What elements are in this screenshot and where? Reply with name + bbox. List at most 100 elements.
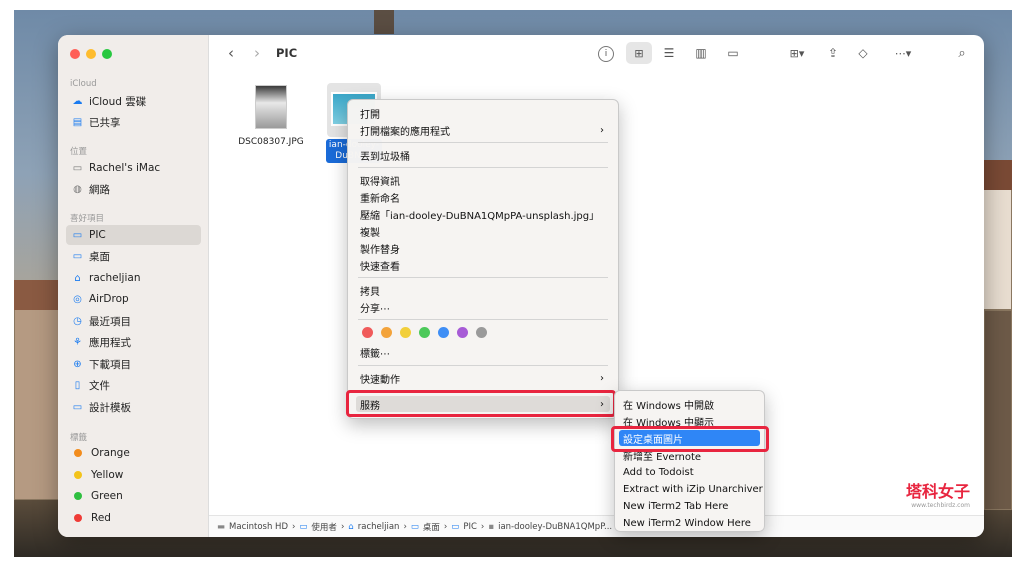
highlight-set-desktop-picture	[611, 426, 769, 452]
menu-item-share[interactable]: 分享⋯	[356, 299, 610, 315]
menu-item-make-alias[interactable]: 製作替身	[356, 240, 610, 256]
menu-item-quick-actions[interactable]: 快速動作 ›	[356, 370, 610, 386]
list-view-icon[interactable]: ☰	[660, 44, 678, 62]
tag-color-purple[interactable]	[457, 327, 468, 338]
disk-icon: ▬	[217, 521, 226, 532]
menu-item-quick-look[interactable]: 快速查看	[356, 257, 610, 273]
sidebar-item-recents[interactable]: ◷ 最近項目	[66, 311, 201, 331]
file-thumbnail	[255, 85, 287, 129]
menu-item-duplicate[interactable]: 複製	[356, 223, 610, 239]
airdrop-icon: ◎	[73, 293, 82, 305]
tag-color-row	[362, 327, 502, 339]
tag-color-yellow[interactable]	[400, 327, 411, 338]
path-item-desktop[interactable]: 桌面	[423, 521, 440, 533]
sidebar-item-pic[interactable]: ▭ PIC	[66, 225, 201, 245]
tag-color-green[interactable]	[419, 327, 430, 338]
highlight-services	[346, 390, 616, 417]
menu-item-tags[interactable]: 標籤⋯	[356, 344, 610, 360]
image-file-icon: ▪	[488, 521, 495, 532]
info-icon[interactable]: i	[598, 46, 614, 62]
sidebar-item-icloud-drive[interactable]: ☁ iCloud 雲碟	[66, 91, 201, 111]
folder-icon: ▭	[72, 229, 83, 241]
search-icon[interactable]: ⌕	[953, 44, 971, 62]
sidebar-tag-yellow[interactable]: Yellow	[66, 465, 201, 485]
sidebar-item-applications[interactable]: ⚘ 應用程式	[66, 332, 201, 352]
home-icon: ⌂	[74, 272, 81, 284]
tag-color-blue[interactable]	[438, 327, 449, 338]
share-icon[interactable]: ⇪	[824, 44, 842, 62]
path-item-home[interactable]: racheljian	[358, 522, 400, 532]
chevron-right-icon: ›	[600, 372, 604, 384]
download-icon: ⊕	[73, 358, 82, 370]
path-item-pic[interactable]: PIC	[463, 522, 477, 532]
group-by-icon[interactable]: ⊞▾	[782, 44, 812, 62]
sidebar: iCloud ☁ iCloud 雲碟 ▤ 已共享 位置 ▭ Rachel's iMac…	[58, 35, 209, 537]
tag-color-gray[interactable]	[476, 327, 487, 338]
menu-item-open[interactable]: 打開	[356, 105, 610, 121]
cloud-icon: ☁	[72, 95, 83, 107]
shared-folder-icon: ▤	[72, 116, 83, 128]
sidebar-tag-green[interactable]: Green	[66, 486, 201, 506]
menu-item-trash[interactable]: 丟到垃圾桶	[356, 147, 610, 163]
sidebar-item-network[interactable]: ◍ 網路	[66, 179, 201, 199]
icon-view-button[interactable]: ⊞	[626, 42, 652, 64]
path-bar: ▬ Macintosh HD › ▭ 使用者 › ⌂ racheljian › ▭ 桌面 › ▭…	[209, 515, 984, 537]
yellow-tag-dot	[74, 471, 82, 479]
forward-button[interactable]: ›	[250, 44, 264, 62]
watermark-text: 塔科女子	[905, 482, 970, 501]
file-dsc08307[interactable]: DSC08307.JPG	[226, 85, 316, 147]
service-add-to-todoist[interactable]: Add to Todoist	[619, 464, 760, 480]
red-tag-dot	[74, 514, 82, 522]
service-iterm2-tab[interactable]: New iTerm2 Tab Here	[619, 498, 760, 514]
zoom-button[interactable]	[102, 49, 112, 59]
close-button[interactable]	[70, 49, 80, 59]
document-icon: ▯	[74, 379, 81, 391]
menu-item-rename[interactable]: 重新命名	[356, 189, 610, 205]
sidebar-item-templates[interactable]: ▭ 設計模板	[66, 397, 201, 417]
computer-icon: ▭	[72, 162, 83, 174]
menu-item-copy[interactable]: 拷貝	[356, 282, 610, 298]
menu-item-open-with[interactable]: 打開檔案的應用程式 ›	[356, 122, 610, 138]
tag-color-orange[interactable]	[381, 327, 392, 338]
sidebar-item-desktop[interactable]: ▭ 桌面	[66, 246, 201, 266]
section-favorites: 喜好項目	[70, 214, 105, 224]
orange-tag-dot	[74, 449, 82, 457]
folder-icon: ▭	[299, 521, 308, 532]
green-tag-dot	[74, 492, 82, 500]
path-item-file[interactable]: ian-dooley-DuBNA1QMpP...	[498, 522, 612, 532]
sidebar-tag-red[interactable]: Red	[66, 508, 201, 528]
context-menu: 打開 打開檔案的應用程式 › 丟到垃圾桶 取得資訊 重新命名 壓縮「ian-doo…	[347, 99, 619, 419]
applications-icon: ⚘	[73, 336, 82, 348]
more-actions-icon[interactable]: ⋯▾	[888, 44, 918, 62]
folder-icon: ▭	[451, 521, 460, 532]
path-item-disk[interactable]: Macintosh HD	[229, 522, 288, 532]
gallery-view-icon[interactable]: ▭	[724, 44, 742, 62]
folder-icon: ▭	[72, 401, 83, 413]
menu-item-compress[interactable]: 壓縮「ian-dooley-DuBNA1QMpPA-unsplash.jpg」	[356, 206, 610, 222]
sidebar-item-airdrop[interactable]: ◎ AirDrop	[66, 289, 201, 309]
tag-icon[interactable]: ◇	[854, 44, 872, 62]
folder-icon: ▭	[410, 521, 419, 532]
sidebar-tag-orange[interactable]: Orange	[66, 443, 201, 463]
tag-color-red[interactable]	[362, 327, 373, 338]
back-button[interactable]: ‹	[224, 44, 238, 62]
minimize-button[interactable]	[86, 49, 96, 59]
sidebar-item-downloads[interactable]: ⊕ 下載項目	[66, 354, 201, 374]
watermark-subtext: www.techbirdz.com	[911, 502, 970, 509]
sidebar-item-shared[interactable]: ▤ 已共享	[66, 112, 201, 132]
path-item-users[interactable]: 使用者	[311, 521, 337, 533]
sidebar-item-documents[interactable]: ▯ 文件	[66, 375, 201, 395]
service-iterm2-window[interactable]: New iTerm2 Window Here	[619, 515, 760, 531]
service-open-in-windows[interactable]: 在 Windows 中開啟	[619, 396, 760, 412]
desktop-icon: ▭	[72, 250, 83, 262]
sidebar-item-home[interactable]: ⌂ racheljian	[66, 268, 201, 288]
globe-icon: ◍	[73, 183, 82, 195]
clock-icon: ◷	[73, 315, 82, 327]
sidebar-item-imac[interactable]: ▭ Rachel's iMac	[66, 158, 201, 178]
column-view-icon[interactable]: ▥	[692, 44, 710, 62]
menu-item-get-info[interactable]: 取得資訊	[356, 172, 610, 188]
service-extract-izip[interactable]: Extract with iZip Unarchiver	[619, 481, 763, 497]
section-locations: 位置	[70, 147, 88, 157]
watermark: 塔科女子 www.techbirdz.com	[906, 478, 970, 509]
section-tags: 標籤	[70, 433, 88, 443]
